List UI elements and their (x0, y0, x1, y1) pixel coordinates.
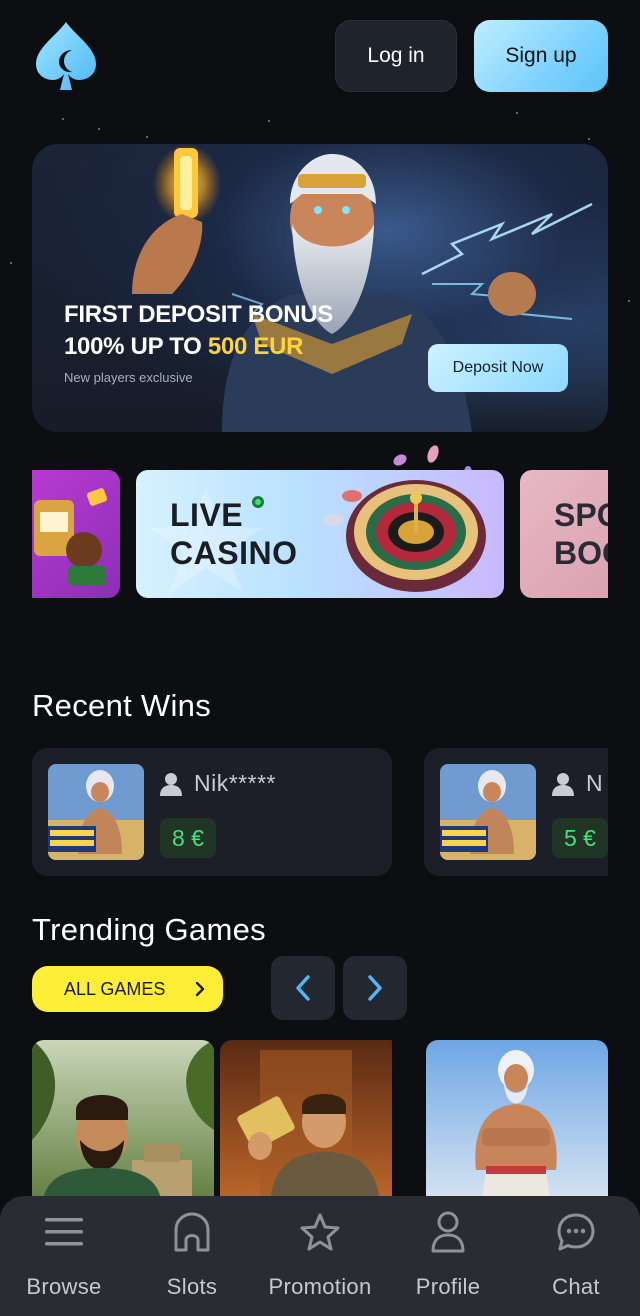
slot-machine-art (34, 488, 108, 586)
spade-moon-logo[interactable] (34, 20, 98, 92)
bottom-navigation: Browse Slots Promotion Profile Chat (0, 1196, 640, 1316)
sportsbook-line1: SPO (554, 497, 608, 533)
chat-icon (554, 1210, 598, 1254)
nav-label: Browse (26, 1274, 102, 1299)
nav-slots[interactable]: Slots (128, 1196, 256, 1300)
nav-chat[interactable]: Chat (512, 1196, 640, 1300)
hero-title-line2: 100% UP TO 500 EUR (64, 331, 333, 363)
deposit-now-button[interactable]: Deposit Now (428, 344, 568, 392)
win-amount-badge: 8 € (160, 818, 216, 858)
game-tile-art (32, 1040, 214, 1210)
recent-wins-carousel[interactable]: Nik***** 8 € N 5 € (32, 748, 608, 876)
all-games-button[interactable]: ALL GAMES (32, 966, 223, 1012)
sportsbook-line2: BOO (554, 535, 608, 571)
game-thumbnail (440, 764, 536, 860)
sportsbook-label: SPO BOO (554, 496, 608, 572)
sportsbook-category-card[interactable]: SPO BOO (520, 470, 608, 598)
game-tile[interactable] (426, 1040, 608, 1210)
nav-promotion[interactable]: Promotion (256, 1196, 384, 1300)
trending-games-title: Trending Games (32, 912, 266, 947)
trending-next-button[interactable] (343, 956, 407, 1020)
game-tile-art (426, 1040, 608, 1210)
user-icon (552, 772, 574, 796)
game-thumbnail (48, 764, 144, 860)
menu-icon (42, 1210, 86, 1254)
nav-label: Promotion (268, 1274, 372, 1299)
hero-subtitle: New players exclusive (64, 370, 193, 385)
live-casino-category-card[interactable]: LIVE CASINO (136, 470, 504, 598)
win-amount-badge: 5 € (552, 818, 608, 858)
roulette-wheel-icon (324, 480, 486, 592)
nav-label: Chat (552, 1274, 600, 1299)
winner-user: Nik***** (160, 770, 276, 797)
all-games-label: ALL GAMES (64, 978, 166, 999)
live-casino-label: LIVE CASINO (170, 496, 297, 572)
winner-name: N (586, 770, 604, 796)
recent-wins-title: Recent Wins (32, 688, 212, 723)
live-casino-line1: LIVE (170, 497, 244, 533)
category-carousel[interactable]: LIVE CASINO SPO BOO (32, 440, 608, 610)
game-tile[interactable] (32, 1040, 214, 1210)
game-tile-art (220, 1040, 392, 1210)
recent-win-card[interactable]: N 5 € (424, 748, 608, 876)
game-tile[interactable] (220, 1040, 402, 1210)
nav-browse[interactable]: Browse (0, 1196, 128, 1300)
live-indicator-dot (252, 496, 264, 508)
trending-games-row[interactable] (32, 1040, 608, 1210)
hero-title-line1: FIRST DEPOSIT BONUS (64, 301, 333, 328)
nav-profile[interactable]: Profile (384, 1196, 512, 1300)
trending-prev-button[interactable] (271, 956, 335, 1020)
chevron-left-icon (296, 975, 310, 1001)
winner-name: Nik***** (194, 770, 276, 796)
top-header: Log in Sign up (0, 0, 640, 120)
nav-label: Profile (415, 1274, 481, 1299)
star-icon (298, 1210, 342, 1254)
hero-title-prefix: 100% UP TO (64, 333, 208, 360)
first-deposit-banner[interactable]: FIRST DEPOSIT BONUS 100% UP TO 500 EUR N… (32, 144, 608, 432)
winner-user: N (552, 770, 603, 797)
login-button[interactable]: Log in (335, 20, 457, 92)
hero-title: FIRST DEPOSIT BONUS 100% UP TO 500 EUR (64, 299, 333, 363)
recent-win-card[interactable]: Nik***** 8 € (32, 748, 392, 876)
user-icon (160, 772, 182, 796)
chevron-right-icon (195, 981, 205, 997)
hero-bonus-amount: 500 EUR (207, 333, 304, 360)
signup-button[interactable]: Sign up (474, 20, 608, 92)
live-casino-line2: CASINO (170, 535, 298, 571)
chevron-right-icon (368, 975, 382, 1001)
person-icon (426, 1210, 470, 1254)
slots-icon (170, 1210, 214, 1254)
slots-category-card[interactable] (32, 470, 120, 598)
nav-label: Slots (166, 1274, 218, 1299)
